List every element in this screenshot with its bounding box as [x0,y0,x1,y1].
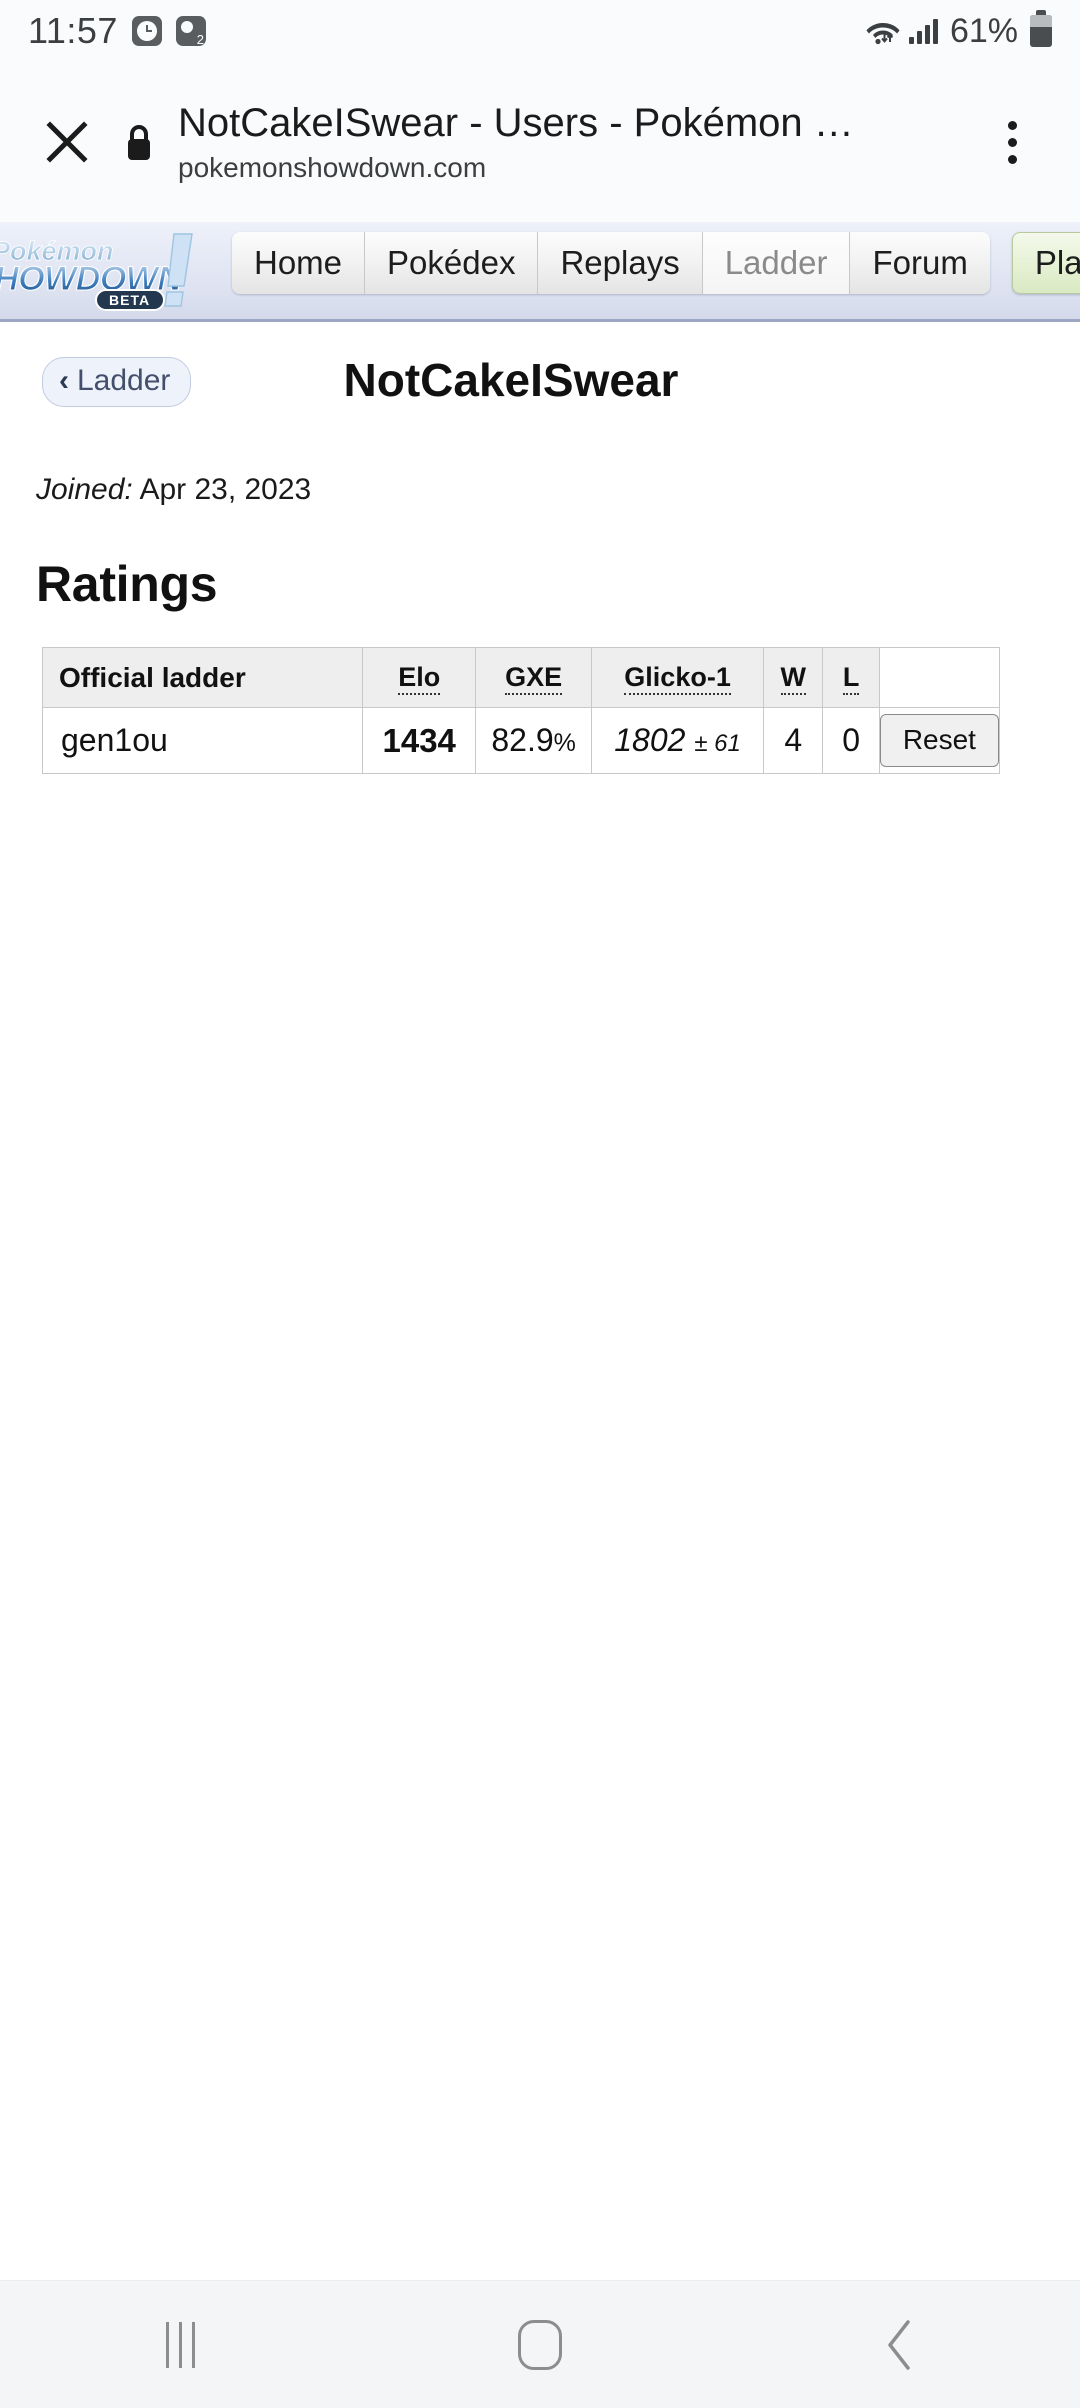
cell-elo: 1434 [362,707,477,774]
table-row: gen1ou 1434 82.9% 1802 ± 61 4 0 Reset [41,707,1001,774]
status-bar-right: 61% [865,10,1052,51]
browser-toolbar: NotCakeISwear - Users - Pokémon … pokemo… [0,62,1080,222]
dual-app-badge: 2 [196,32,204,47]
ratings-table-body: gen1ou 1434 82.9% 1802 ± 61 4 0 Reset [41,707,1001,774]
user-header-row: ‹ Ladder NotCakeISwear [0,325,1080,445]
cell-glicko: 1802 ± 61 [590,707,765,774]
lock-icon[interactable] [104,105,174,179]
joined-date: Apr 23, 2023 [139,473,312,506]
status-clock: 11:57 [28,10,118,51]
cell-glicko-deviation: ± 61 [694,730,741,757]
column-header-gxe[interactable]: GXE [475,647,592,708]
ratings-table-wrapper: Official ladder Elo GXE Glicko-1 W L gen… [41,647,1080,774]
table-header-row: Official ladder Elo GXE Glicko-1 W L [41,647,1001,708]
nav-item-play[interactable]: Play [1011,232,1080,294]
nav-item-ladder[interactable]: Ladder [702,232,851,294]
column-header-glicko[interactable]: Glicko-1 [590,647,765,708]
cell-glicko-value: 1802 [614,722,686,758]
page-title: NotCakeISwear - Users - Pokémon … [178,100,854,145]
column-header-actions [878,647,1001,708]
back-icon[interactable] [810,2281,990,2408]
svg-text:Pokémon: Pokémon [0,236,114,266]
page-url: pokemonshowdown.com [178,151,487,183]
site-navigation-bar: Pokémon SHOWDOWN BETA Home Pokédex Repla… [0,222,1080,322]
reset-button[interactable]: Reset [879,714,999,767]
column-header-glicko-label: Glicko-1 [624,662,731,695]
nav-item-home[interactable]: Home [232,232,366,294]
column-header-losses-label: L [842,662,860,695]
svg-text:BETA: BETA [109,292,150,308]
dual-app-icon: 2 [175,16,206,47]
pokemon-showdown-logo[interactable]: Pokémon SHOWDOWN BETA [0,224,228,316]
ratings-table-head: Official ladder Elo GXE Glicko-1 W L [41,647,1001,708]
joined-label: Joined: [36,473,133,506]
alarm-clock-icon [131,16,162,46]
cell-losses: 0 [822,707,880,774]
address-bar[interactable]: NotCakeISwear - Users - Pokémon … pokemo… [174,100,974,184]
column-header-losses[interactable]: L [822,647,880,708]
column-header-gxe-label: GXE [505,662,563,695]
cellular-signal-icon [908,18,938,44]
username-heading: NotCakeISwear [343,354,679,406]
column-header-official-ladder: Official ladder [41,647,364,708]
recents-icon[interactable] [90,2281,270,2408]
nav-primary-group: Home Pokédex Replays Ladder Forum [232,232,990,294]
column-header-wins-label: W [780,662,807,695]
battery-icon [1030,10,1052,47]
joined-line: Joined: Apr 23, 2023 [36,473,1080,507]
home-icon[interactable] [450,2281,630,2408]
ratings-heading: Ratings [36,556,218,612]
status-bar: 11:57 2 61% [0,0,1080,62]
nav-button-groups: Home Pokédex Replays Ladder Forum Play [232,232,1080,294]
cell-wins: 4 [763,707,824,774]
nav-item-pokedex[interactable]: Pokédex [365,232,539,294]
svg-text:SHOWDOWN: SHOWDOWN [0,260,183,298]
column-header-wins[interactable]: W [763,647,824,708]
cell-gxe-value: 82.9 [491,722,554,758]
close-icon[interactable] [30,105,104,179]
ratings-table: Official ladder Elo GXE Glicko-1 W L gen… [41,647,1001,774]
android-navigation-bar [0,2280,1080,2408]
nav-item-replays[interactable]: Replays [538,232,703,294]
cell-gxe: 82.9% [475,707,592,774]
cell-reset: Reset [878,707,1001,774]
phone-screen: 11:57 2 61% NotCakeISwear - Users - Poké… [0,0,1080,2408]
page-content: ‹ Ladder NotCakeISwear Joined: Apr 23, 2… [0,325,1080,2408]
overflow-menu-icon[interactable] [974,102,1050,182]
column-header-elo[interactable]: Elo [362,647,477,708]
wifi-icon [865,16,901,46]
cell-gxe-unit: % [553,729,576,757]
status-bar-left: 11:57 2 [28,10,206,52]
nav-item-forum[interactable]: Forum [850,232,990,294]
cell-format[interactable]: gen1ou [41,707,364,774]
battery-percent-label: 61% [949,11,1018,50]
column-header-elo-label: Elo [398,662,441,695]
